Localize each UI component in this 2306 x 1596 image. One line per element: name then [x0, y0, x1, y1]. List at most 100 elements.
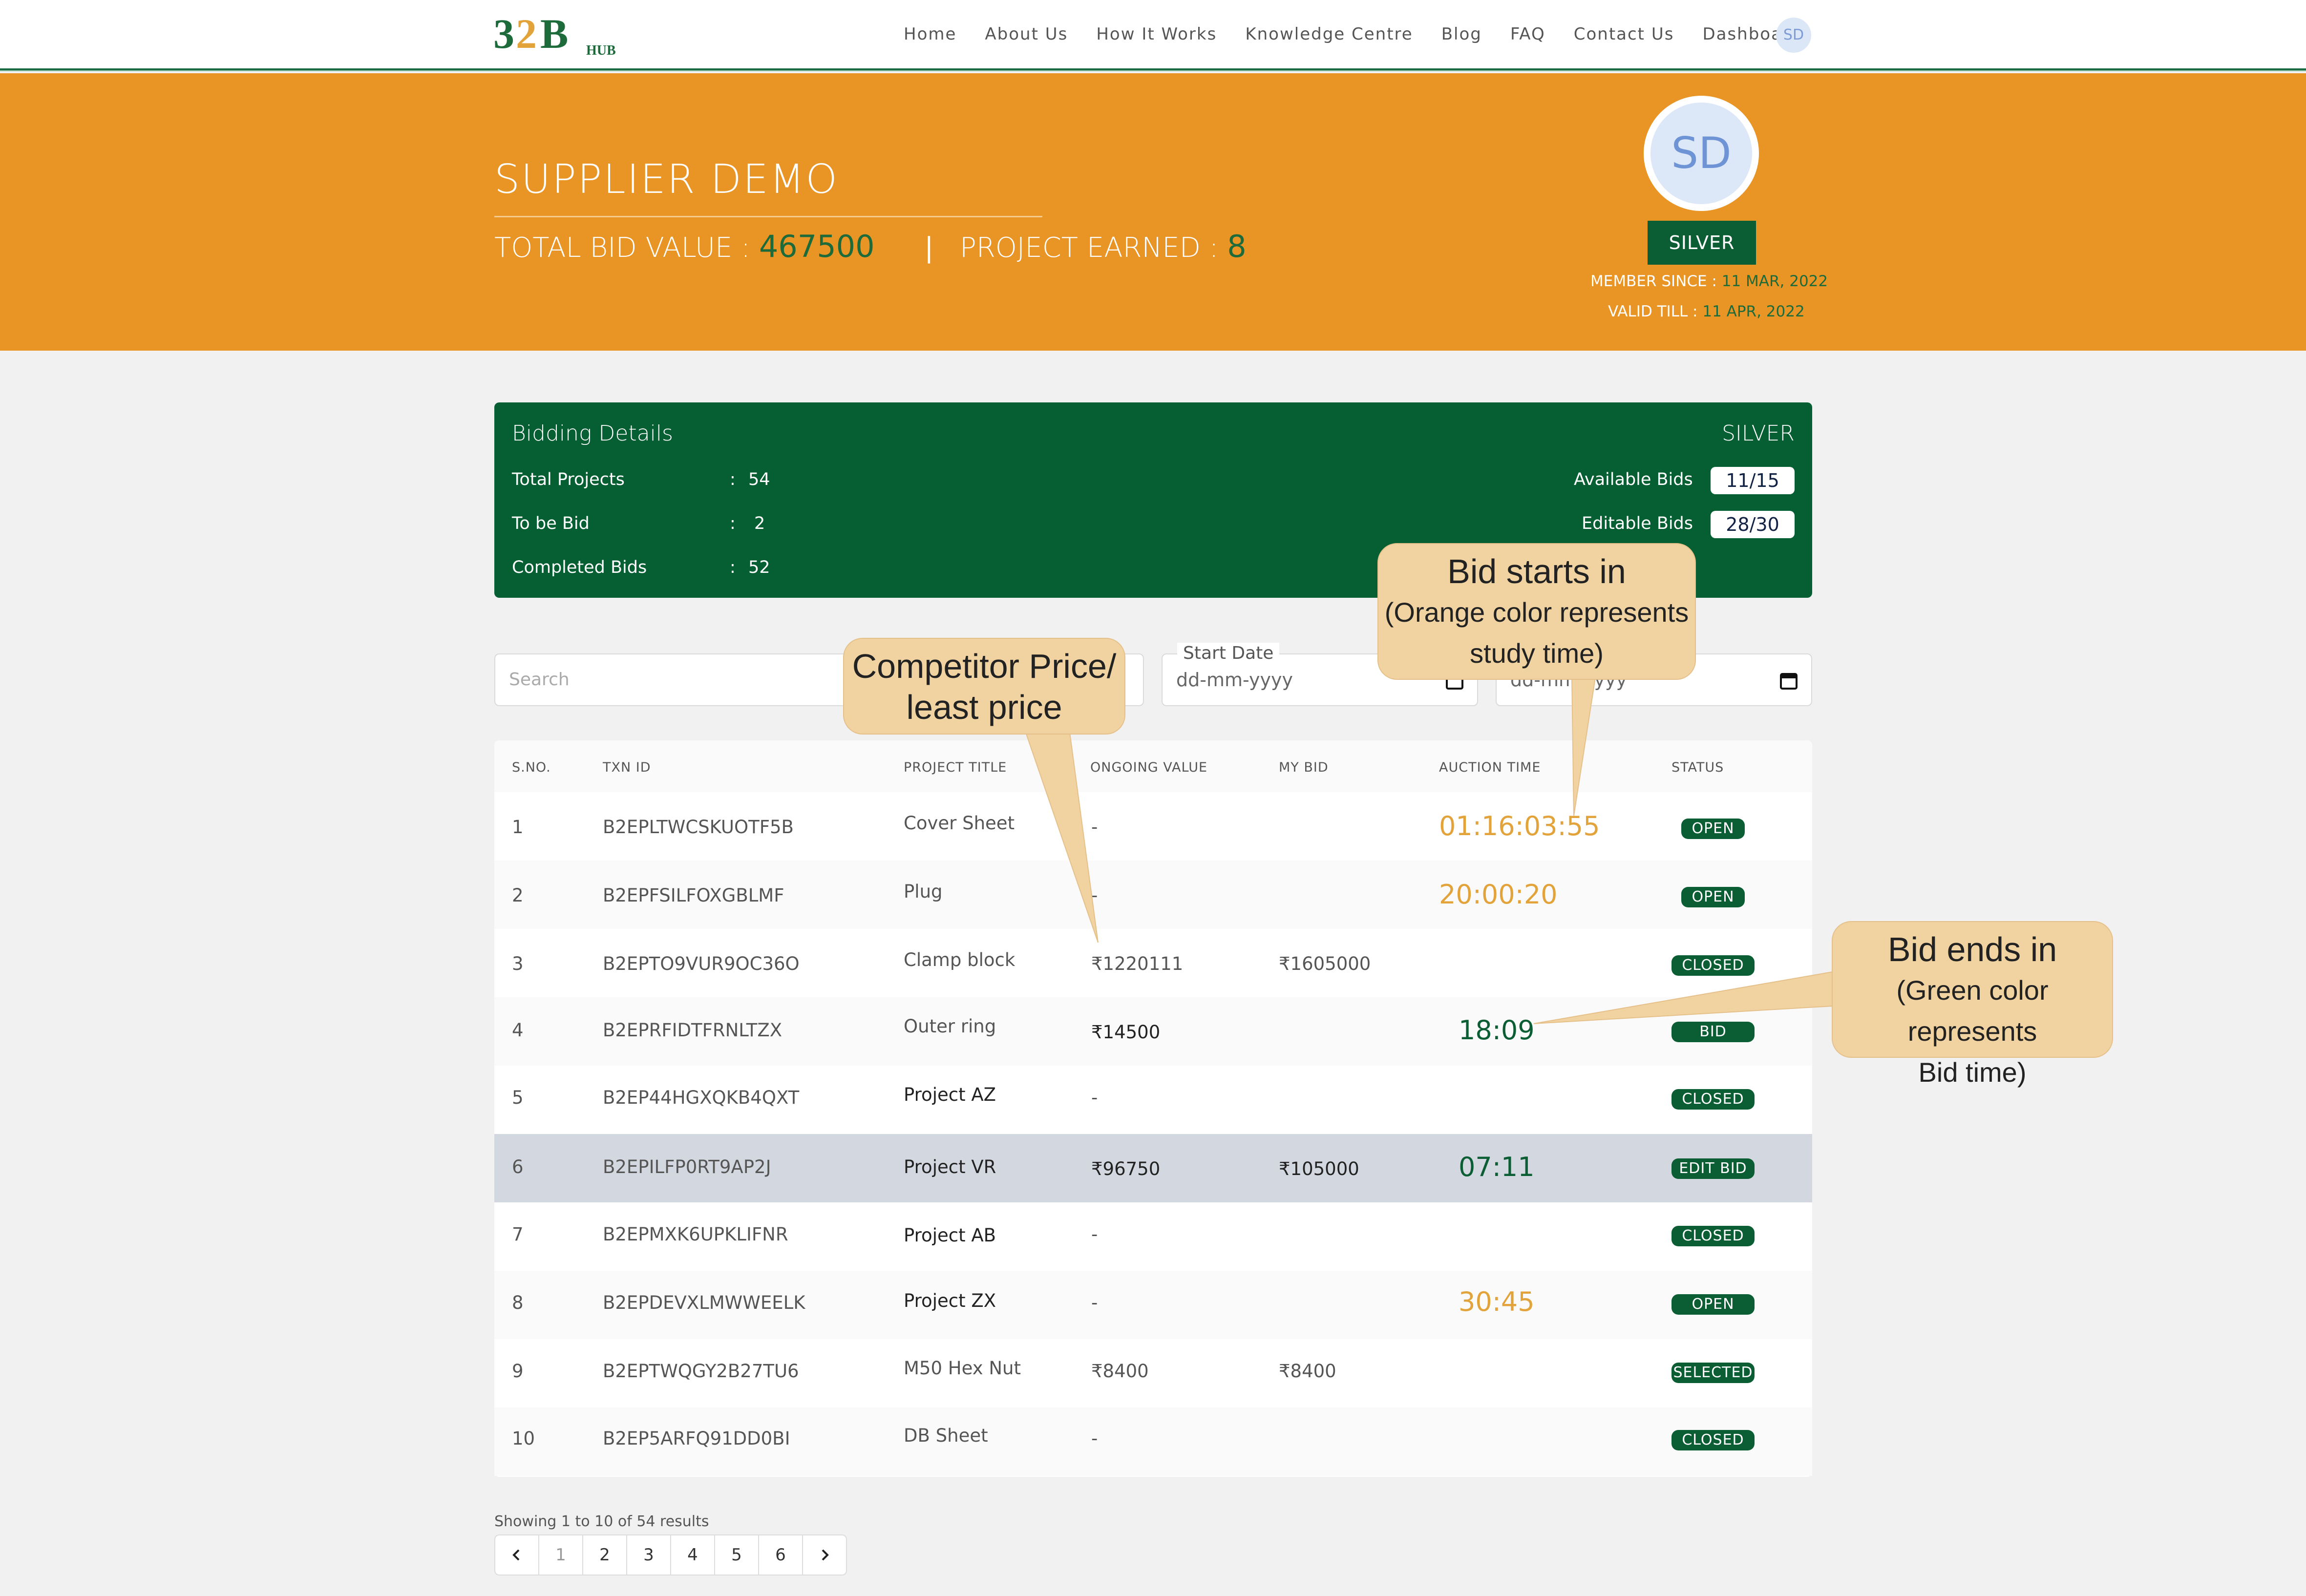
status-badge[interactable]: SELECTED	[1671, 1363, 1755, 1383]
nav-contact-us[interactable]: Contact Us	[1574, 24, 1674, 44]
cell-project-title[interactable]: Project AZ	[904, 1084, 996, 1105]
next-page-button[interactable]	[802, 1534, 847, 1575]
table-row[interactable]: 1 B2EPLTWCSKUOTF5B Cover Sheet - 01:16:0…	[494, 792, 1812, 861]
status-badge[interactable]: CLOSED	[1671, 1226, 1755, 1246]
table-row[interactable]: 2 B2EPFSILFOXGBLMF Plug - 20:00:20 OPEN	[494, 861, 1812, 929]
competitor-callout-line2: least price	[906, 688, 1062, 726]
status-badge[interactable]: CLOSED	[1671, 1089, 1755, 1110]
cell-project-title[interactable]: Project AB	[904, 1225, 996, 1246]
b2b-hub-logo[interactable]: 3 2 B HUB	[493, 12, 621, 57]
colon: :	[730, 470, 736, 489]
to-be-bid-value: 2	[754, 514, 765, 533]
cell-project-title[interactable]: Plug	[904, 881, 943, 902]
header-project-title: PROJECT TITLE	[904, 760, 1007, 775]
cell-sno: 8	[512, 1292, 524, 1313]
status-badge[interactable]: CLOSED	[1671, 955, 1755, 976]
project-earned-label: PROJECT EARNED :	[960, 232, 1219, 264]
member-since-label: MEMBER SINCE :	[1590, 273, 1717, 290]
cell-txn-id: B2EPLTWCSKUOTF5B	[603, 817, 794, 838]
table-row[interactable]: 8 B2EPDEVXLMWWEELK Project ZX - 30:45 OP…	[494, 1271, 1812, 1339]
project-earned-value: 8	[1227, 229, 1247, 264]
status-badge[interactable]: CLOSED	[1671, 1430, 1755, 1450]
calendar-icon[interactable]	[1780, 671, 1798, 690]
cell-ongoing-value: -	[1091, 1292, 1098, 1313]
to-be-bid-label: To be Bid	[512, 514, 590, 533]
cell-ongoing-value: ₹96750	[1091, 1158, 1161, 1179]
status-badge[interactable]: OPEN	[1671, 1294, 1755, 1315]
table-row[interactable]: 9 B2EPTWQGY2B27TU6 M50 Hex Nut ₹8400 ₹84…	[494, 1339, 1812, 1407]
cell-project-title[interactable]: M50 Hex Nut	[904, 1358, 1021, 1379]
nav-home[interactable]: Home	[904, 24, 956, 44]
cell-sno: 1	[512, 817, 524, 838]
nav-faq[interactable]: FAQ	[1510, 24, 1545, 44]
cell-sno: 6	[512, 1156, 524, 1177]
cell-txn-id: B2EPFSILFOXGBLMF	[603, 885, 784, 906]
nav-about-us[interactable]: About Us	[985, 24, 1068, 44]
header-auction-time: AUCTION TIME	[1439, 760, 1541, 775]
cell-project-title[interactable]: Clamp block	[904, 949, 1015, 970]
bids-table: S.NO. TXN ID PROJECT TITLE ONGOING VALUE…	[494, 740, 1812, 1477]
page-button-5[interactable]: 5	[714, 1534, 759, 1575]
cell-project-title[interactable]: Project ZX	[904, 1290, 996, 1311]
cell-my-bid: ₹105000	[1279, 1158, 1359, 1179]
user-avatar[interactable]: SD	[1776, 18, 1811, 53]
profile-avatar: SD	[1644, 96, 1759, 211]
cell-auction-time: 01:16:03:55	[1439, 811, 1600, 841]
svg-text:B: B	[540, 12, 568, 57]
cell-txn-id: B2EPTO9VUR9OC36O	[603, 953, 800, 974]
status-badge[interactable]: OPEN	[1681, 887, 1745, 907]
cell-ongoing-value: ₹1220111	[1091, 953, 1184, 974]
total-projects-row: Total Projects : 54	[512, 470, 770, 489]
member-since: MEMBER SINCE : 11 MAR, 2022	[1590, 273, 1828, 290]
page-button-4[interactable]: 4	[670, 1534, 715, 1575]
cell-project-title[interactable]: Cover Sheet	[904, 813, 1015, 834]
cell-sno: 10	[512, 1428, 535, 1449]
table-row[interactable]: 6 B2EPILFP0RT9AP2J Project VR ₹96750 ₹10…	[494, 1134, 1812, 1202]
page-button-2[interactable]: 2	[582, 1534, 627, 1575]
cell-ongoing-value: ₹8400	[1091, 1361, 1149, 1382]
page-button-3[interactable]: 3	[626, 1534, 671, 1575]
header-status: STATUS	[1671, 760, 1724, 775]
to-be-bid-row: To be Bid : 2	[512, 514, 765, 533]
cell-project-title[interactable]: Outer ring	[904, 1016, 996, 1037]
cell-sno: 3	[512, 953, 524, 974]
svg-text:3: 3	[493, 12, 514, 57]
cell-auction-time: 30:45	[1459, 1286, 1535, 1317]
results-count: Showing 1 to 10 of 54 results	[494, 1513, 709, 1530]
cell-my-bid: ₹8400	[1279, 1361, 1336, 1382]
status-badge[interactable]: BID	[1671, 1022, 1755, 1042]
cell-sno: 2	[512, 885, 524, 906]
table-row[interactable]: 7 B2EPMXK6UPKLIFNR Project AB - CLOSED	[494, 1202, 1812, 1271]
status-badge[interactable]: EDIT BID	[1671, 1158, 1755, 1179]
editable-bids-value: 28/30	[1711, 511, 1795, 538]
pagination: 1 2 3 4 5 6	[494, 1534, 847, 1575]
cell-txn-id: B2EP44HGXQKB4QXT	[603, 1087, 800, 1108]
page-button-1[interactable]: 1	[538, 1534, 583, 1575]
cell-txn-id: B2EPMXK6UPKLIFNR	[603, 1224, 788, 1245]
header-ongoing-value: ONGOING VALUE	[1090, 760, 1208, 775]
table-row[interactable]: 3 B2EPTO9VUR9OC36O Clamp block ₹1220111 …	[494, 929, 1812, 997]
total-bid-value: 467500	[759, 229, 875, 264]
status-badge[interactable]: OPEN	[1681, 819, 1745, 839]
nav-knowledge-centre[interactable]: Knowledge Centre	[1245, 24, 1413, 44]
table-row[interactable]: 4 B2EPRFIDTFRNLTZX Outer ring ₹14500 18:…	[494, 997, 1812, 1066]
nav-how-it-works[interactable]: How It Works	[1096, 24, 1217, 44]
bid-starts-callout-line1: Bid starts in	[1447, 552, 1626, 590]
valid-till-value: 11 APR, 2022	[1702, 303, 1805, 320]
table-row[interactable]: 5 B2EP44HGXQKB4QXT Project AZ - CLOSED	[494, 1066, 1812, 1134]
completed-bids-value: 52	[748, 558, 770, 577]
table-row[interactable]: 10 B2EP5ARFQ91DD0BI DB Sheet - CLOSED	[494, 1407, 1812, 1476]
page-button-6[interactable]: 6	[758, 1534, 803, 1575]
cell-project-title[interactable]: Project VR	[904, 1156, 996, 1177]
cell-project-title[interactable]: DB Sheet	[904, 1425, 988, 1446]
editable-bids-label: Editable Bids	[1582, 514, 1693, 533]
chevron-left-icon	[512, 1549, 520, 1561]
start-date-placeholder: dd-mm-yyyy	[1176, 669, 1293, 691]
valid-till-label: VALID TILL :	[1608, 303, 1698, 320]
cell-txn-id: B2EP5ARFQ91DD0BI	[603, 1428, 790, 1449]
nav-blog[interactable]: Blog	[1441, 24, 1482, 44]
cell-ongoing-value: -	[1091, 885, 1098, 906]
total-projects-value: 54	[748, 470, 770, 489]
prev-page-button[interactable]	[494, 1534, 539, 1575]
competitor-price-callout: Competitor Price/ least price	[843, 638, 1125, 735]
